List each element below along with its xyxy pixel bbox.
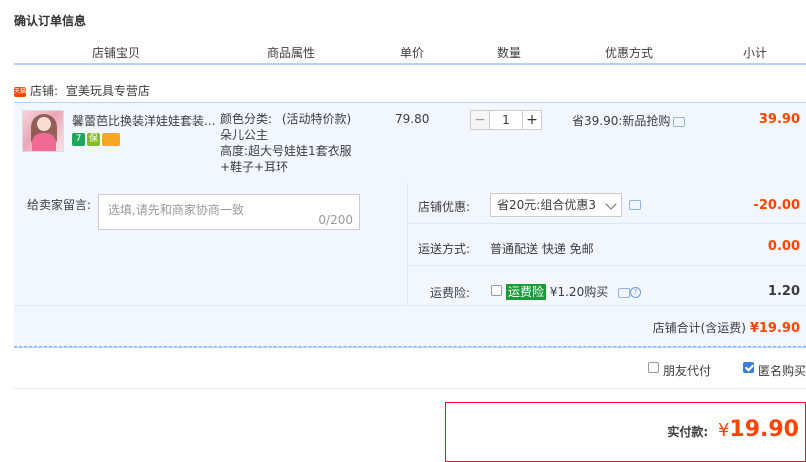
seven-day-return-icon[interactable]: 7: [72, 133, 85, 146]
increase-quantity-button[interactable]: +: [522, 110, 542, 130]
item-subtotal: 39.90: [758, 112, 800, 127]
help-icon[interactable]: ?: [630, 287, 642, 298]
shipping-label: 运送方式:: [418, 242, 471, 256]
shop-total: 店铺合计(含运费) ¥19.90: [653, 319, 800, 336]
credit-card-icon[interactable]: [102, 133, 120, 146]
shop-discount-label: 店铺优惠:: [418, 200, 471, 214]
insurance-price: ¥1.20购买: [549, 285, 609, 299]
attr-color: 颜色分类: (活动特价款): [220, 111, 351, 127]
shipping-method: 普通配送 快递 免邮: [490, 242, 594, 256]
col-header-unit-price: 单价: [400, 46, 425, 60]
decrease-quantity-button[interactable]: −: [470, 110, 490, 130]
attr-height-cont: +鞋子+耳环: [220, 160, 289, 174]
shop-discount-selected: 省20元:组合优惠3: [497, 198, 596, 212]
friend-pay-checkbox[interactable]: [648, 362, 659, 373]
payment-summary: 实付款: ¥19.90: [445, 402, 806, 462]
attr-color-label: 颜色分类:: [220, 112, 273, 126]
insurance-badge: 运费险: [506, 284, 547, 300]
friend-pay-label[interactable]: 朋友代付: [663, 362, 711, 379]
guarantee-icon[interactable]: 保: [87, 133, 100, 146]
memo-char-counter: 0/200: [318, 213, 353, 227]
product-thumbnail[interactable]: [22, 110, 64, 152]
attr-height: 高度:超大号娃娃1套衣服: [220, 144, 352, 158]
col-header-shop-item: 店铺宝贝: [92, 46, 141, 60]
payment-line: 实付款: ¥19.90: [667, 417, 799, 442]
payment-currency: ¥: [717, 420, 730, 441]
shop-discount-amount: -20.00: [753, 198, 800, 213]
memo-placeholder: 选填,请先和商家协商一致: [108, 203, 244, 217]
chevron-down-icon: [605, 198, 617, 210]
insurance-checkbox[interactable]: [491, 285, 502, 296]
attr-color-value: 朵儿公主: [220, 128, 269, 142]
insurance-offer: 运费险 ¥1.20购买 ?: [506, 283, 642, 300]
discount-info-icon[interactable]: [629, 200, 641, 210]
anonymous-buy-checkbox[interactable]: [743, 362, 754, 373]
col-header-quantity: 数量: [497, 46, 522, 60]
shop-row: 天猫 店铺: 宣美玩具专营店: [14, 82, 150, 99]
col-header-attributes: 商品属性: [267, 46, 316, 60]
promotion-info-icon[interactable]: [673, 116, 686, 127]
promotion-info: 省39.90:新品抢购: [572, 112, 686, 129]
shop-label: 店铺:: [30, 84, 59, 98]
payment-amount: 19.90: [729, 417, 799, 442]
shipping-amount: 0.00: [767, 239, 800, 254]
shop-total-amount: ¥19.90: [749, 321, 800, 336]
quantity-stepper: − 1 +: [470, 110, 542, 130]
insurance-info-icon[interactable]: [618, 287, 631, 298]
unit-price: 79.80: [395, 112, 430, 126]
header-divider: [14, 63, 806, 65]
quantity-input[interactable]: 1: [490, 110, 522, 130]
seller-memo-input[interactable]: 选填,请先和商家协商一致 0/200: [98, 194, 360, 230]
shop-name-link[interactable]: 宣美玩具专营店: [66, 84, 150, 98]
product-title-link[interactable]: 馨蕾芭比换装洋娃娃套装...: [72, 112, 215, 129]
shop-discount-select[interactable]: 省20元:组合优惠3: [490, 193, 622, 217]
col-header-subtotal: 小计: [743, 46, 768, 60]
insurance-label: 运费险:: [430, 286, 471, 300]
attr-color-note: (活动特价款): [281, 112, 352, 126]
promotion-text: 省39.90:新品抢购: [572, 114, 671, 128]
payment-label: 实付款:: [667, 425, 709, 439]
anonymous-buy-label[interactable]: 匿名购买: [758, 362, 806, 379]
col-header-promotion: 优惠方式: [605, 46, 654, 60]
footer-divider: [14, 388, 806, 389]
section-divider: [14, 346, 806, 347]
shop-total-label: 店铺合计(含运费): [652, 321, 746, 335]
page-title: 确认订单信息: [14, 14, 87, 28]
tmall-badge-icon: 天猫: [14, 86, 27, 97]
insurance-amount: 1.20: [767, 284, 800, 299]
memo-label: 给卖家留言:: [27, 198, 92, 212]
